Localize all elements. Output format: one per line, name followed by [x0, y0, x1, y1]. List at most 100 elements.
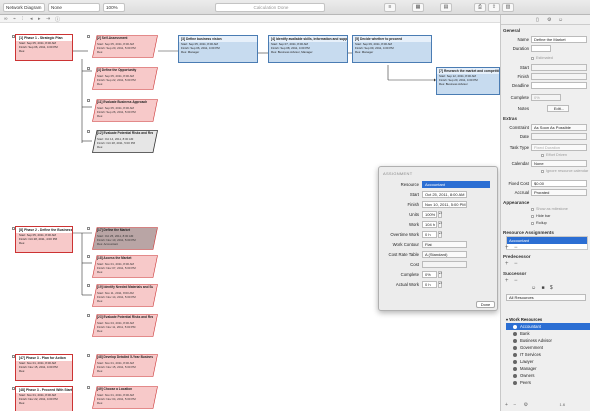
checkbox[interactable] [87, 227, 90, 230]
contour-select[interactable]: Flat [422, 241, 467, 248]
complete-stepper[interactable]: ▴▾ [438, 271, 442, 278]
complete-field[interactable]: 0% [531, 94, 561, 101]
task-node-12[interactable]: [12] Evaluate Potential Risks and Reward… [87, 130, 158, 153]
task-node-19[interactable]: [19] Identify Needed Materials and Suppl… [87, 284, 158, 307]
estimated-checkbox[interactable]: Estimated [531, 56, 553, 60]
summary-task-4[interactable]: [48] Phase 3 - Proceed With Startup Plan… [12, 386, 73, 411]
summary-task-3[interactable]: [47] Phase 3 - Plan for Action Start: No… [12, 354, 73, 381]
work-resource-icon[interactable]: ☺ [531, 285, 536, 291]
filter-select[interactable]: None [48, 3, 100, 12]
info-icon[interactable]: ⓘ [55, 16, 60, 23]
resource-item[interactable]: Owners [506, 372, 590, 379]
summary-task-2[interactable]: [8] Phase 2 - Define the Business Opport… [12, 226, 73, 253]
checkbox[interactable] [12, 387, 15, 390]
units-stepper[interactable]: ▴▾ [438, 211, 442, 218]
summary-task-1[interactable]: [1] Phase 1 - Strategic Plan Start: Sep … [12, 34, 73, 61]
checkbox[interactable] [87, 99, 90, 102]
checkbox[interactable] [12, 355, 15, 358]
work-field[interactable]: 104 h [422, 221, 437, 228]
cost-table-select[interactable]: A (Standard) [422, 251, 467, 258]
gear-icon[interactable]: ⚙ [524, 402, 528, 408]
overtime-field[interactable]: 0 h [422, 231, 437, 238]
unlink-icon[interactable]: ⌁ [13, 16, 16, 22]
remove-successor-button[interactable]: − [514, 278, 518, 284]
ignore-calendar-checkbox[interactable]: Ignore resource calendar [541, 169, 588, 173]
resource-item[interactable]: Business Advisor [506, 337, 590, 344]
duration-field[interactable] [531, 45, 551, 52]
effort-driven-checkbox[interactable]: Effort Driven [541, 153, 567, 157]
task-node-blue-3[interactable]: [3] Define business vision Start: Sep 05… [178, 35, 258, 63]
checkbox[interactable] [87, 386, 90, 389]
checkbox[interactable] [12, 227, 15, 230]
add-assignment-button[interactable]: + [505, 245, 509, 251]
task-node-18[interactable]: [18] Access the Market Start: Nov 01, 20… [87, 255, 158, 278]
resource-select[interactable]: Accountant [422, 181, 490, 188]
link-icon[interactable]: ∞ [4, 16, 8, 22]
overtime-stepper[interactable]: ▴▾ [438, 231, 442, 238]
checkbox[interactable] [87, 354, 90, 357]
indent-right-icon[interactable]: ▸ [38, 16, 41, 22]
share-icon[interactable]: ⇪ [488, 3, 500, 12]
task-type-select[interactable]: Fixed Duration [531, 144, 587, 151]
done-button[interactable]: Done [476, 301, 495, 308]
grid-icon[interactable]: ▤ [440, 3, 452, 12]
checkbox[interactable] [12, 35, 15, 38]
indent-icon[interactable]: ≡ [384, 3, 396, 12]
task-tab-icon[interactable]: ⚙ [547, 17, 551, 23]
document-tab-icon[interactable]: ▯ [536, 17, 539, 23]
checkbox[interactable] [87, 284, 90, 287]
cost-resource-icon[interactable]: $ [550, 285, 553, 291]
task-node-17-selected[interactable]: [17] Define the Market Start: Oct 25, 20… [87, 227, 158, 250]
assignment-row[interactable]: Accountant [507, 237, 587, 244]
resource-tab-icon[interactable]: ☺ [558, 17, 563, 23]
task-node-blue-4[interactable]: [4] Identify available skills, informati… [268, 35, 348, 63]
material-resource-icon[interactable]: ■ [542, 285, 545, 291]
calendar-select[interactable]: None [531, 160, 587, 167]
remove-predecessor-button[interactable]: − [514, 261, 518, 267]
resource-item[interactable]: Peers [506, 379, 590, 386]
task-node-11[interactable]: [11] Evaluate Business Approach Start: S… [87, 99, 158, 122]
show-milestone-checkbox[interactable]: Show as milestone [531, 207, 568, 211]
finish-field[interactable]: Nov 10, 2011, 5:00 PM [422, 201, 467, 208]
resource-item[interactable]: IT Services [506, 351, 590, 358]
name-field[interactable]: Define the Market [531, 36, 587, 43]
work-stepper[interactable]: ▴▾ [438, 221, 442, 228]
start-field[interactable]: Oct 25, 2011, 8:00 AM [422, 191, 467, 198]
zoom-select[interactable]: 100% [103, 3, 125, 12]
actual-work-stepper[interactable]: ▴▾ [438, 281, 442, 288]
add-resource-button[interactable]: + [505, 402, 508, 408]
checkbox[interactable] [87, 67, 90, 70]
checkbox[interactable] [87, 255, 90, 258]
complete-field[interactable]: 0% [422, 271, 437, 278]
constraint-select[interactable]: As Soon As Possible [531, 124, 587, 131]
finish-field[interactable] [531, 73, 587, 80]
inspector-toggle-icon[interactable]: ▥ [502, 3, 514, 12]
edit-notes-button[interactable]: Edit... [547, 105, 569, 112]
resource-item[interactable]: Accountant [506, 323, 590, 330]
task-node-blue-7[interactable]: [7] Research the market and competition … [436, 67, 500, 95]
add-predecessor-button[interactable]: + [505, 261, 509, 267]
remove-assignment-button[interactable]: − [514, 245, 518, 251]
print-icon[interactable]: ⎙ [474, 3, 486, 12]
split-icon[interactable]: ⫶ [22, 16, 23, 22]
accrual-select[interactable]: Prorated [531, 189, 587, 196]
task-node-49[interactable]: [49] Choose a Location Start: Nov 01, 20… [87, 386, 158, 409]
task-node-blue-5[interactable]: [5] Decide whether to proceed Start: Sep… [352, 35, 432, 63]
rollup-checkbox[interactable]: Rollup [531, 221, 547, 225]
checkbox[interactable] [87, 314, 90, 317]
actual-work-field[interactable]: 0 h [422, 281, 437, 288]
checkbox[interactable] [87, 130, 90, 133]
scroll-to-task-icon[interactable]: ⇥ [46, 16, 50, 22]
units-field[interactable]: 100% [422, 211, 437, 218]
work-resources-group[interactable]: ▾ Work Resources [506, 316, 590, 323]
add-successor-button[interactable]: + [505, 278, 509, 284]
remove-resource-button[interactable]: − [513, 402, 516, 408]
resource-filter-select[interactable]: All Resources [506, 294, 586, 301]
hide-bar-checkbox[interactable]: Hide bar [531, 214, 550, 218]
task-node-23[interactable]: [23] Evaluate Potential Risks and Reward… [87, 314, 158, 337]
task-node-2[interactable]: [2] Self-Assessment Start: Sep 05, 2011,… [87, 35, 158, 58]
resource-item[interactable]: Government [506, 344, 590, 351]
checkbox[interactable] [87, 35, 90, 38]
outdent-icon[interactable]: ◂ [30, 16, 33, 22]
start-field[interactable] [531, 64, 587, 71]
